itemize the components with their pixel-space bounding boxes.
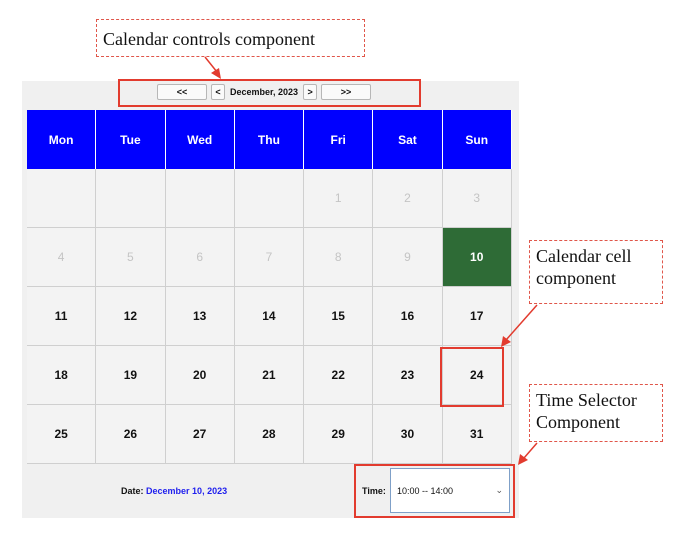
day-cell: 1 (304, 169, 374, 228)
weekday-header: Sun (442, 110, 512, 169)
time-callout: Time Selector Component (529, 384, 663, 442)
time-highlight (354, 464, 515, 518)
day-cell[interactable]: 21 (234, 346, 305, 405)
time-callout-line2: Component (536, 412, 620, 432)
cell-callout: Calendar cell component (529, 240, 663, 304)
weekday-header: Tue (96, 110, 166, 169)
empty-cell (27, 169, 97, 228)
day-cell: 2 (373, 169, 443, 228)
day-cell[interactable]: 19 (96, 346, 166, 405)
calendar-grid: Mon Tue Wed Thu Fri Sat Sun 1 2 3 4 5 6 7 8 9 10 11 12 13 14… (27, 110, 512, 464)
day-cell[interactable]: 18 (27, 346, 97, 405)
day-cell[interactable]: 25 (27, 405, 97, 464)
selected-date: Date: December 10, 2023 (121, 486, 227, 496)
day-cell[interactable]: 12 (96, 287, 166, 346)
day-cell[interactable]: 30 (373, 405, 443, 464)
cell-callout-line2: component (536, 268, 616, 288)
day-cell[interactable]: 29 (304, 405, 374, 464)
day-cell[interactable]: 31 (442, 405, 512, 464)
day-cell: 7 (234, 228, 305, 287)
day-cell[interactable]: 23 (373, 346, 443, 405)
weekday-header: Mon (27, 110, 97, 169)
day-cell[interactable]: 22 (304, 346, 374, 405)
controls-highlight (118, 79, 421, 107)
day-cell: 4 (27, 228, 97, 287)
day-cell: 5 (96, 228, 166, 287)
day-cell[interactable]: 14 (234, 287, 305, 346)
day-cell[interactable]: 20 (165, 346, 235, 405)
controls-callout: Calendar controls component (96, 19, 365, 57)
date-label: Date: (121, 486, 144, 496)
day-cell-selected[interactable]: 10 (442, 228, 512, 287)
day-cell: 6 (165, 228, 235, 287)
day-cell[interactable]: 27 (165, 405, 235, 464)
day-cell: 9 (373, 228, 443, 287)
weekday-header: Sat (373, 110, 443, 169)
day-cell[interactable]: 17 (442, 287, 512, 346)
day-cell: 8 (304, 228, 374, 287)
weekday-header: Thu (234, 110, 305, 169)
day-cell[interactable]: 13 (165, 287, 235, 346)
weekday-header: Fri (304, 110, 374, 169)
cell-callout-line1: Calendar cell (536, 246, 632, 266)
empty-cell (234, 169, 305, 228)
day-cell[interactable]: 16 (373, 287, 443, 346)
weekday-header: Wed (165, 110, 235, 169)
day-cell[interactable]: 28 (234, 405, 305, 464)
empty-cell (96, 169, 166, 228)
day-cell: 3 (442, 169, 512, 228)
day-cell[interactable]: 26 (96, 405, 166, 464)
time-callout-line1: Time Selector (536, 390, 637, 410)
empty-cell (165, 169, 235, 228)
date-value: December 10, 2023 (146, 486, 228, 496)
day-cell[interactable]: 15 (304, 287, 374, 346)
cell-highlight (440, 347, 504, 407)
day-cell[interactable]: 11 (27, 287, 97, 346)
